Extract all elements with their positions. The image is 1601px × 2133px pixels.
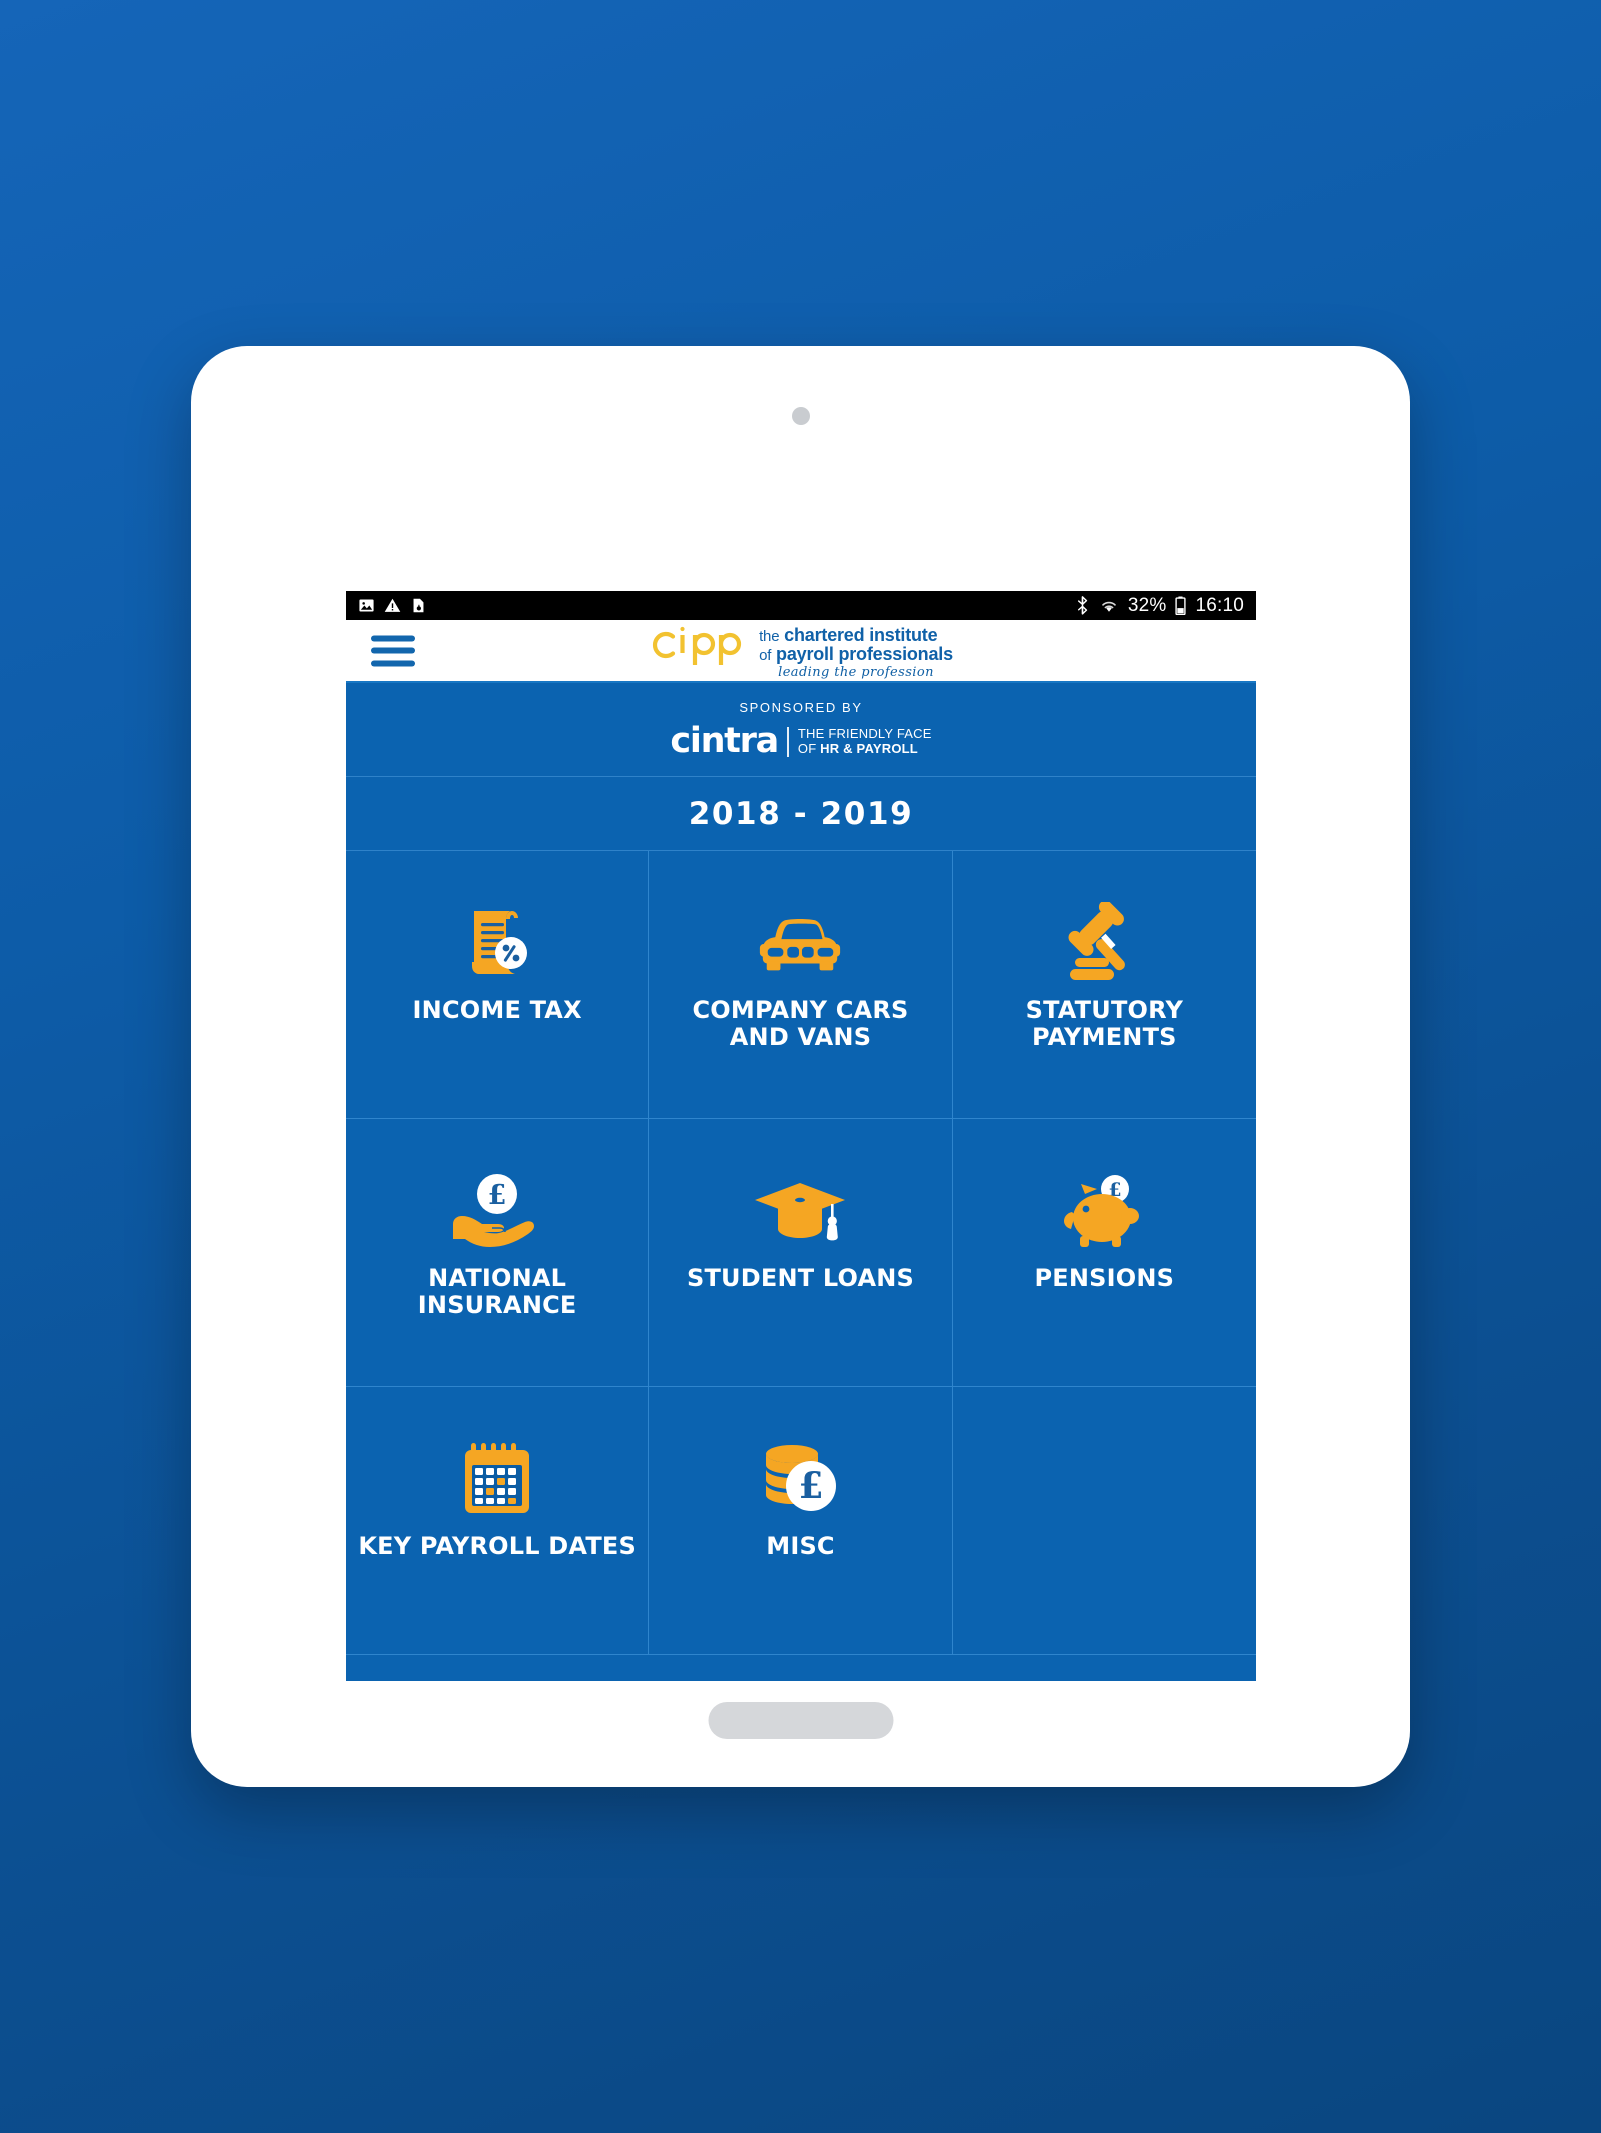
svg-text:£: £ (488, 1180, 507, 1211)
tile-label: STUDENT LOANS (686, 1264, 914, 1292)
cipp-logo[interactable]: the chartered institute of payroll profe… (649, 621, 953, 679)
cintra-logo: cintra THE FRIENDLY FACE OF HR & PAYROLL (670, 724, 931, 759)
strapline-line2-bold: HR & PAYROLL (820, 740, 918, 756)
cipp-wordmark-icon (653, 626, 742, 665)
tile-misc[interactable]: £ MISC (649, 1387, 953, 1655)
hamburger-menu-icon[interactable] (371, 635, 415, 666)
graduation-cap-icon (753, 1171, 847, 1249)
hamburger-bar (371, 647, 415, 654)
divider (786, 726, 789, 757)
logo-tagline: leading the profession (778, 664, 934, 680)
tile-label: STATUTORY PAYMENTS (1025, 996, 1184, 1051)
category-grid: INCOME TAX COMPANY CARS AND VANS STATUTO… (346, 851, 1256, 1655)
wifi-icon (1101, 601, 1116, 612)
calendar-icon (463, 1439, 531, 1517)
tax-scroll-percent-icon (462, 903, 532, 981)
gavel-icon (1063, 902, 1145, 981)
tile-income-tax[interactable]: INCOME TAX (346, 851, 650, 1119)
tile-label: MISC (766, 1532, 835, 1560)
coin-stack-pound-icon: £ (759, 1439, 841, 1517)
logo-line1-bold: chartered institute (784, 624, 938, 645)
cipp-logo-text: the chartered institute of payroll profe… (759, 621, 953, 679)
svg-text:£: £ (799, 1465, 824, 1507)
hand-holding-pound-coin-icon: £ (451, 1171, 543, 1249)
tile-label: PENSIONS (1034, 1264, 1175, 1292)
tax-year-label: 2018 - 2019 (688, 795, 914, 832)
tile-key-payroll-dates[interactable]: KEY PAYROLL DATES (346, 1387, 650, 1655)
hamburger-bar (371, 635, 415, 641)
file-download-icon (413, 598, 424, 613)
tile-statutory-payments[interactable]: STATUTORY PAYMENTS (952, 851, 1256, 1119)
tile-label: KEY PAYROLL DATES (358, 1532, 636, 1560)
logo-line1-thin: the (759, 627, 780, 645)
logo-line2-bold: payroll professionals (776, 643, 953, 664)
home-button[interactable] (708, 1702, 893, 1739)
strapline-line2: OF HR & PAYROLL (797, 740, 932, 757)
tablet-device: 32% 16:10 the chartered institute of pay… (191, 346, 1410, 1787)
battery-icon (1175, 596, 1187, 615)
tile-national-insurance[interactable]: £ NATIONAL INSURANCE (346, 1119, 650, 1387)
app-header: the chartered institute of payroll profe… (346, 620, 1256, 683)
cintra-strapline: THE FRIENDLY FACE OF HR & PAYROLL (797, 725, 932, 757)
app-screen: 32% 16:10 the chartered institute of pay… (346, 591, 1256, 1681)
tile-label: NATIONAL INSURANCE (417, 1264, 577, 1319)
status-bar: 32% 16:10 (346, 591, 1256, 620)
tax-year-header: 2018 - 2019 (346, 777, 1256, 851)
status-bar-right-icons: 32% 16:10 (1075, 595, 1244, 617)
bottom-strip (346, 1655, 1256, 1681)
sponsor-banner[interactable]: SPONSORED BY cintra THE FRIENDLY FACE OF… (346, 683, 1256, 777)
front-camera (791, 407, 810, 425)
battery-percent-label: 32% (1127, 594, 1167, 616)
tile-label: COMPANY CARS AND VANS (692, 996, 909, 1051)
image-icon (359, 599, 374, 612)
hamburger-bar (371, 660, 415, 666)
sponsored-by-label: SPONSORED BY (739, 700, 863, 715)
tile-pensions[interactable]: £ PENSIONS (952, 1119, 1256, 1387)
strapline-line1: THE FRIENDLY FACE (797, 725, 932, 741)
tile-student-loans[interactable]: STUDENT LOANS (649, 1119, 953, 1387)
tile-empty (952, 1387, 1256, 1655)
car-front-icon (755, 903, 845, 981)
tile-company-cars-and-vans[interactable]: COMPANY CARS AND VANS (649, 851, 953, 1119)
bluetooth-icon (1077, 596, 1087, 615)
strapline-line2-thin: OF (797, 740, 821, 756)
clock-label: 16:10 (1195, 594, 1244, 616)
warning-icon (384, 598, 401, 612)
status-bar-left-icons (358, 597, 427, 614)
logo-line2-thin: of (759, 646, 772, 664)
cintra-wordmark: cintra (670, 721, 779, 761)
piggy-bank-pound-icon: £ (1064, 1171, 1144, 1249)
tile-label: INCOME TAX (412, 996, 582, 1024)
